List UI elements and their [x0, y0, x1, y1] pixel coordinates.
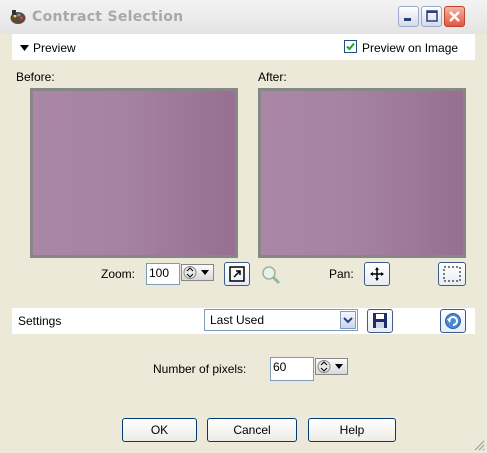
- reset-arrow-icon: [441, 310, 465, 332]
- close-icon: [445, 7, 464, 26]
- cancel-button[interactable]: Cancel: [207, 418, 297, 442]
- before-label: Before:: [16, 70, 55, 84]
- chevron-down-icon: [341, 312, 355, 328]
- pan-button[interactable]: [364, 262, 390, 286]
- preview-toggle-label: Preview: [33, 41, 76, 55]
- selection-marquee-button[interactable]: [438, 262, 466, 286]
- preset-select[interactable]: Last Used: [204, 309, 358, 331]
- help-button[interactable]: Help: [308, 418, 396, 442]
- stepper-arrows-icon: [316, 359, 347, 374]
- paint-palette-icon: [10, 9, 26, 25]
- close-button[interactable]: [444, 6, 465, 27]
- pixels-input[interactable]: 60: [270, 357, 314, 381]
- preview-toggle[interactable]: Preview: [20, 41, 76, 55]
- pan-label: Pan:: [329, 267, 354, 281]
- checkmark-icon: [345, 41, 356, 52]
- floppy-disk-icon: [368, 310, 392, 332]
- preset-dropdown-button[interactable]: [340, 311, 356, 329]
- move-cross-icon: [365, 263, 389, 285]
- maximize-icon: [422, 7, 441, 26]
- magnifier-button[interactable]: [258, 262, 284, 286]
- ok-button[interactable]: OK: [122, 418, 197, 442]
- after-preview[interactable]: [258, 88, 466, 258]
- settings-label: Settings: [18, 314, 62, 328]
- minimize-icon: [399, 7, 418, 26]
- window-title: Contract Selection: [32, 9, 184, 25]
- fit-to-window-button[interactable]: [224, 262, 250, 286]
- fit-window-icon: [225, 263, 249, 285]
- reset-button[interactable]: [440, 309, 466, 333]
- minimize-button[interactable]: [398, 6, 419, 27]
- maximize-button[interactable]: [421, 6, 442, 27]
- before-preview[interactable]: [30, 88, 238, 258]
- save-preset-button[interactable]: [367, 309, 393, 333]
- zoom-input[interactable]: 100: [146, 263, 180, 285]
- marquee-icon: [439, 263, 465, 285]
- caret-down-icon: [20, 45, 29, 52]
- preview-on-image-checkbox[interactable]: [344, 40, 357, 53]
- zoom-label: Zoom:: [101, 267, 136, 281]
- magnifier-icon: [258, 262, 284, 286]
- pixels-label: Number of pixels:: [153, 362, 247, 376]
- title-bar[interactable]: Contract Selection: [0, 0, 487, 34]
- pixels-stepper[interactable]: [315, 358, 348, 375]
- dialog-window: Contract Selection Preview Preview on Im…: [0, 0, 487, 453]
- stepper-arrows-icon: [182, 265, 213, 280]
- resize-grip-icon[interactable]: [473, 439, 485, 451]
- preview-on-image-label[interactable]: Preview on Image: [362, 41, 458, 55]
- after-label: After:: [258, 70, 287, 84]
- zoom-stepper[interactable]: [181, 264, 214, 281]
